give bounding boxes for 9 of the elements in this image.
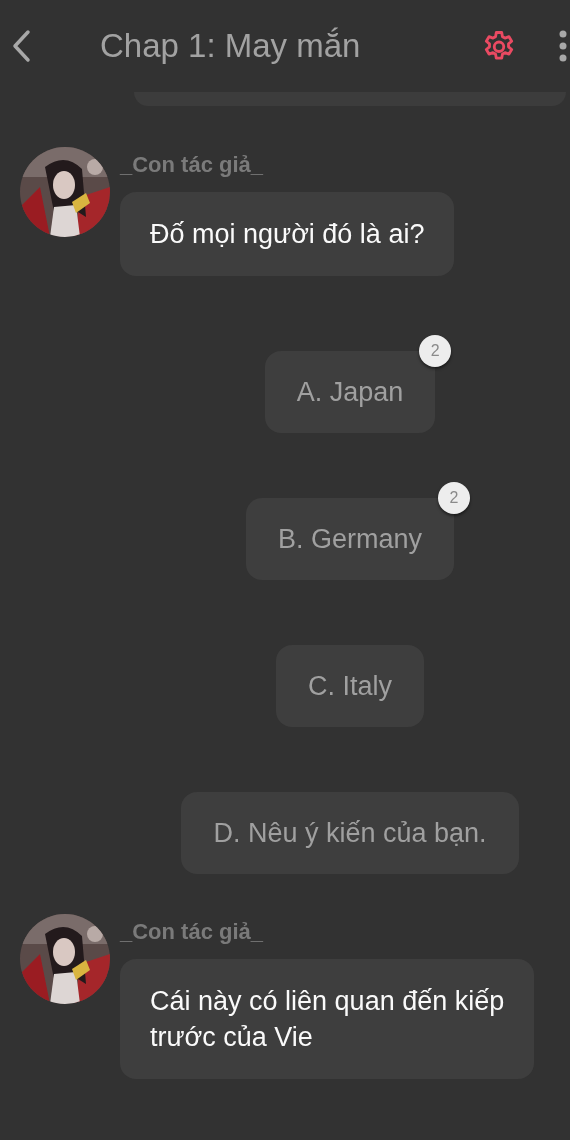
author-name: _Con tác giả_ [120,919,265,945]
vote-count: 2 [419,335,452,367]
vote-count: 2 [438,482,470,514]
chapter-title: Chap 1: May mắn [100,27,361,65]
message-bubble: Đố mọi người đó là ai? [120,192,455,276]
message-bubble: Cái này có liên quan đến kiếp trước của Vie [120,959,535,1079]
answer-option[interactable]: D. Nêu ý kiến của bạn. [181,792,519,874]
author-name: _Con tác giả_ [120,152,265,178]
answer-option[interactable]: C. Italy [276,645,424,727]
